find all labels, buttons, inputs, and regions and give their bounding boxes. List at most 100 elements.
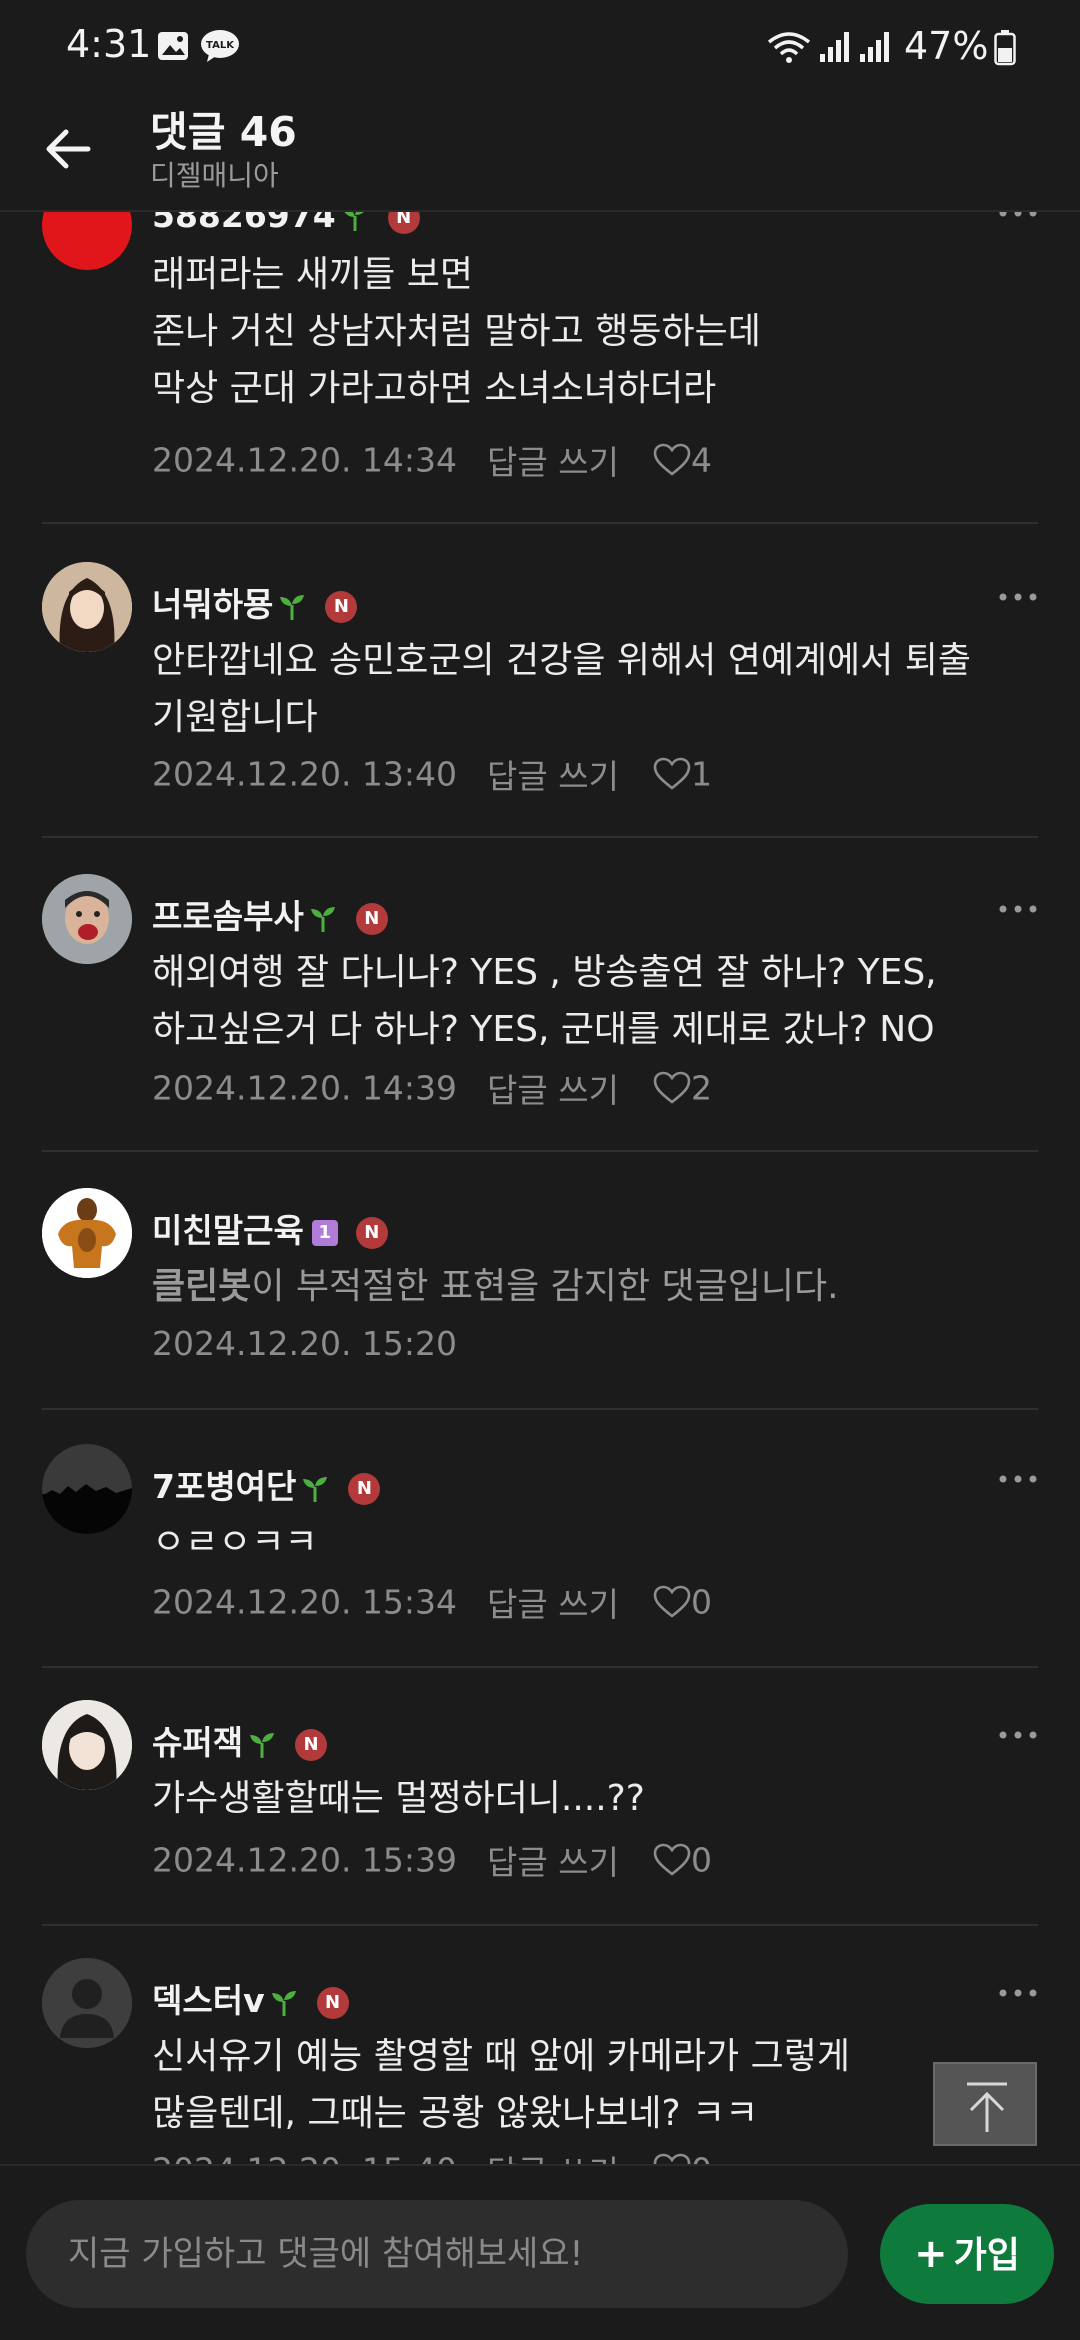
comment-date: 2024.12.20. 15:40 [152,2151,457,2165]
naver-badge: N [325,590,358,623]
wifi-icon [767,32,811,63]
signal-icon-2 [860,32,889,62]
comment-line: 가수생활할때는 멀쩡하더니....?? [152,1778,645,1819]
comment-meta: 2024.12.20. 15:40 답글 쓰기 0 [152,2146,712,2164]
avatar[interactable] [42,212,132,270]
reply-button[interactable]: 답글 쓰기 [487,1071,619,1110]
like-count: 0 [690,1582,712,1622]
nickname: 덱스터v [152,1981,265,2020]
nickname: 프로솜부사 [152,897,304,936]
comment-line: 안타깝네요 송민호군의 건강을 위해서 연예계에서 퇴출 [152,640,971,681]
sprout-icon [271,1990,296,2016]
heart-icon[interactable] [653,1071,691,1105]
avatar[interactable] [42,1700,132,1790]
comment-body: 안타깝네요 송민호군의 건강을 위해서 연예계에서 퇴출 기원합니다 [152,632,1032,746]
divider [42,1408,1038,1410]
kakaotalk-notification-icon: TALK [201,30,239,62]
avatar-image [42,1188,132,1278]
comment-line: ㅇㄹㅇㅋㅋ [152,1522,318,1563]
nickname: 7포병여단 [152,1467,297,1506]
battery-percentage: 47% [904,24,989,68]
more-options-icon[interactable] [996,590,1040,604]
comment-line: 신서유기 예능 촬영할 때 앞에 카메라가 그렇게 [152,2036,850,2077]
avatar[interactable] [42,1188,132,1278]
comment-author[interactable]: 7포병여단 N [152,1460,381,1508]
comment-body: 해외여행 잘 다니나? YES , 방송출연 잘 하나? YES, 하고싶은거 … [152,944,1032,1058]
join-button-label: 가입 [953,2235,1020,2276]
comment-date: 2024.12.20. 15:39 [152,1840,458,1880]
default-avatar-icon [42,1958,132,2048]
back-arrow-icon[interactable] [36,114,106,184]
more-options-icon[interactable] [996,212,1040,220]
heart-icon[interactable] [653,757,691,791]
sprout-icon [310,906,335,932]
like-count: 0 [690,1840,712,1880]
avatar[interactable] [42,1444,132,1534]
divider [42,1666,1038,1668]
avatar-image [42,1700,132,1790]
naver-badge: N [348,1472,381,1505]
avatar-image [42,1444,132,1534]
naver-badge: N [316,1986,349,2019]
comment-author[interactable]: 프로솜부사 N [152,890,388,938]
avatar[interactable] [42,562,132,652]
comment-meta: 2024.12.20. 15:39 답글 쓰기 0 [152,1836,712,1884]
plus-icon: + [914,2231,948,2277]
heart-icon[interactable] [653,443,691,477]
more-options-icon[interactable] [996,1728,1040,1742]
comment-meta: 2024.12.20. 15:34 답글 쓰기 0 [152,1578,712,1626]
heart-icon[interactable] [653,2153,691,2164]
more-options-icon[interactable] [996,1986,1040,2000]
scroll-to-top-button[interactable] [933,2062,1037,2146]
like-count: 4 [690,440,712,480]
comment-date: 2024.12.20. 13:40 [152,754,458,794]
scroll-top-arrow-icon [967,2082,1007,2132]
heart-icon[interactable] [653,1585,691,1619]
cleanbot-label[interactable]: 클린봇 [152,1266,251,1307]
comment-body: 가수생활할때는 멀쩡하더니....?? [152,1770,1032,1827]
app-header: 댓글 46 디젤매니아 [0,96,1080,212]
comment-date: 2024.12.20. 14:39 [152,1068,458,1108]
comment-author[interactable]: 미친말근육 1 N [152,1204,388,1252]
comment-line: 해외여행 잘 다니나? YES , 방송출연 잘 하나? YES, [152,952,937,993]
avatar[interactable] [42,874,132,964]
comment-date: 2024.12.20. 14:34 [152,440,458,480]
heart-icon[interactable] [653,1843,691,1877]
reply-button[interactable]: 답글 쓰기 [487,757,619,796]
comment-author[interactable]: 슈퍼잭 N [152,1716,328,1764]
comment-line: 존나 거친 상남자처럼 말하고 행동하는데 [152,311,761,352]
reply-button[interactable]: 답글 쓰기 [487,1843,619,1882]
comment-body: ㅇㄹㅇㅋㅋ [152,1514,1032,1571]
comment-author[interactable]: 58826974 N [152,212,420,235]
comment-input[interactable] [26,2200,848,2308]
comment-meta: 2024.12.20. 14:39 답글 쓰기 2 [152,1064,712,1112]
comment-body: 신서유기 예능 촬영할 때 앞에 카메라가 그렇게 많을텐데, 그때는 공황 않… [152,2028,1032,2142]
page-title: 댓글 46 [150,108,297,156]
reply-button[interactable]: 답글 쓰기 [487,443,619,482]
reply-button[interactable]: 답글 쓰기 [487,2153,619,2164]
join-button[interactable]: + 가입 [880,2204,1054,2304]
comment-author[interactable]: 덱스터v N [152,1974,349,2022]
nickname: 슈퍼잭 [152,1723,244,1762]
cafe-name[interactable]: 디젤매니아 [150,154,279,194]
signal-icon [820,32,849,62]
more-options-icon[interactable] [996,1472,1040,1486]
naver-badge: N [387,212,420,234]
comment-list: 58826974 N 래퍼라는 새끼들 보면 존나 거친 상남자처럼 말하고 행동… [0,212,1080,2164]
reply-button[interactable]: 답글 쓰기 [487,1585,619,1624]
cleanbot-text: 이 부적절한 표현을 감지한 댓글입니다. [251,1266,839,1307]
like-count: 0 [691,2151,712,2165]
more-options-icon[interactable] [996,902,1040,916]
sprout-icon [250,1732,275,1758]
rank-badge: 1 [311,1219,338,1246]
status-bar: 4:31 TALK 47% [0,0,1080,96]
comment-line: 많을텐데, 그때는 공황 않왔나보네? ㅋㅋ [152,2093,759,2134]
comment-meta: 2024.12.20. 15:20 [152,1322,457,1363]
comment-meta: 2024.12.20. 14:34 답글 쓰기 4 [152,436,712,484]
avatar[interactable] [42,1958,132,2048]
sprout-icon [280,594,305,620]
comment-author[interactable]: 너뭐하묭 N [152,578,358,626]
comment-line: 래퍼라는 새끼들 보면 [152,254,473,295]
sprout-icon [344,212,363,231]
avatar-image [42,562,132,652]
